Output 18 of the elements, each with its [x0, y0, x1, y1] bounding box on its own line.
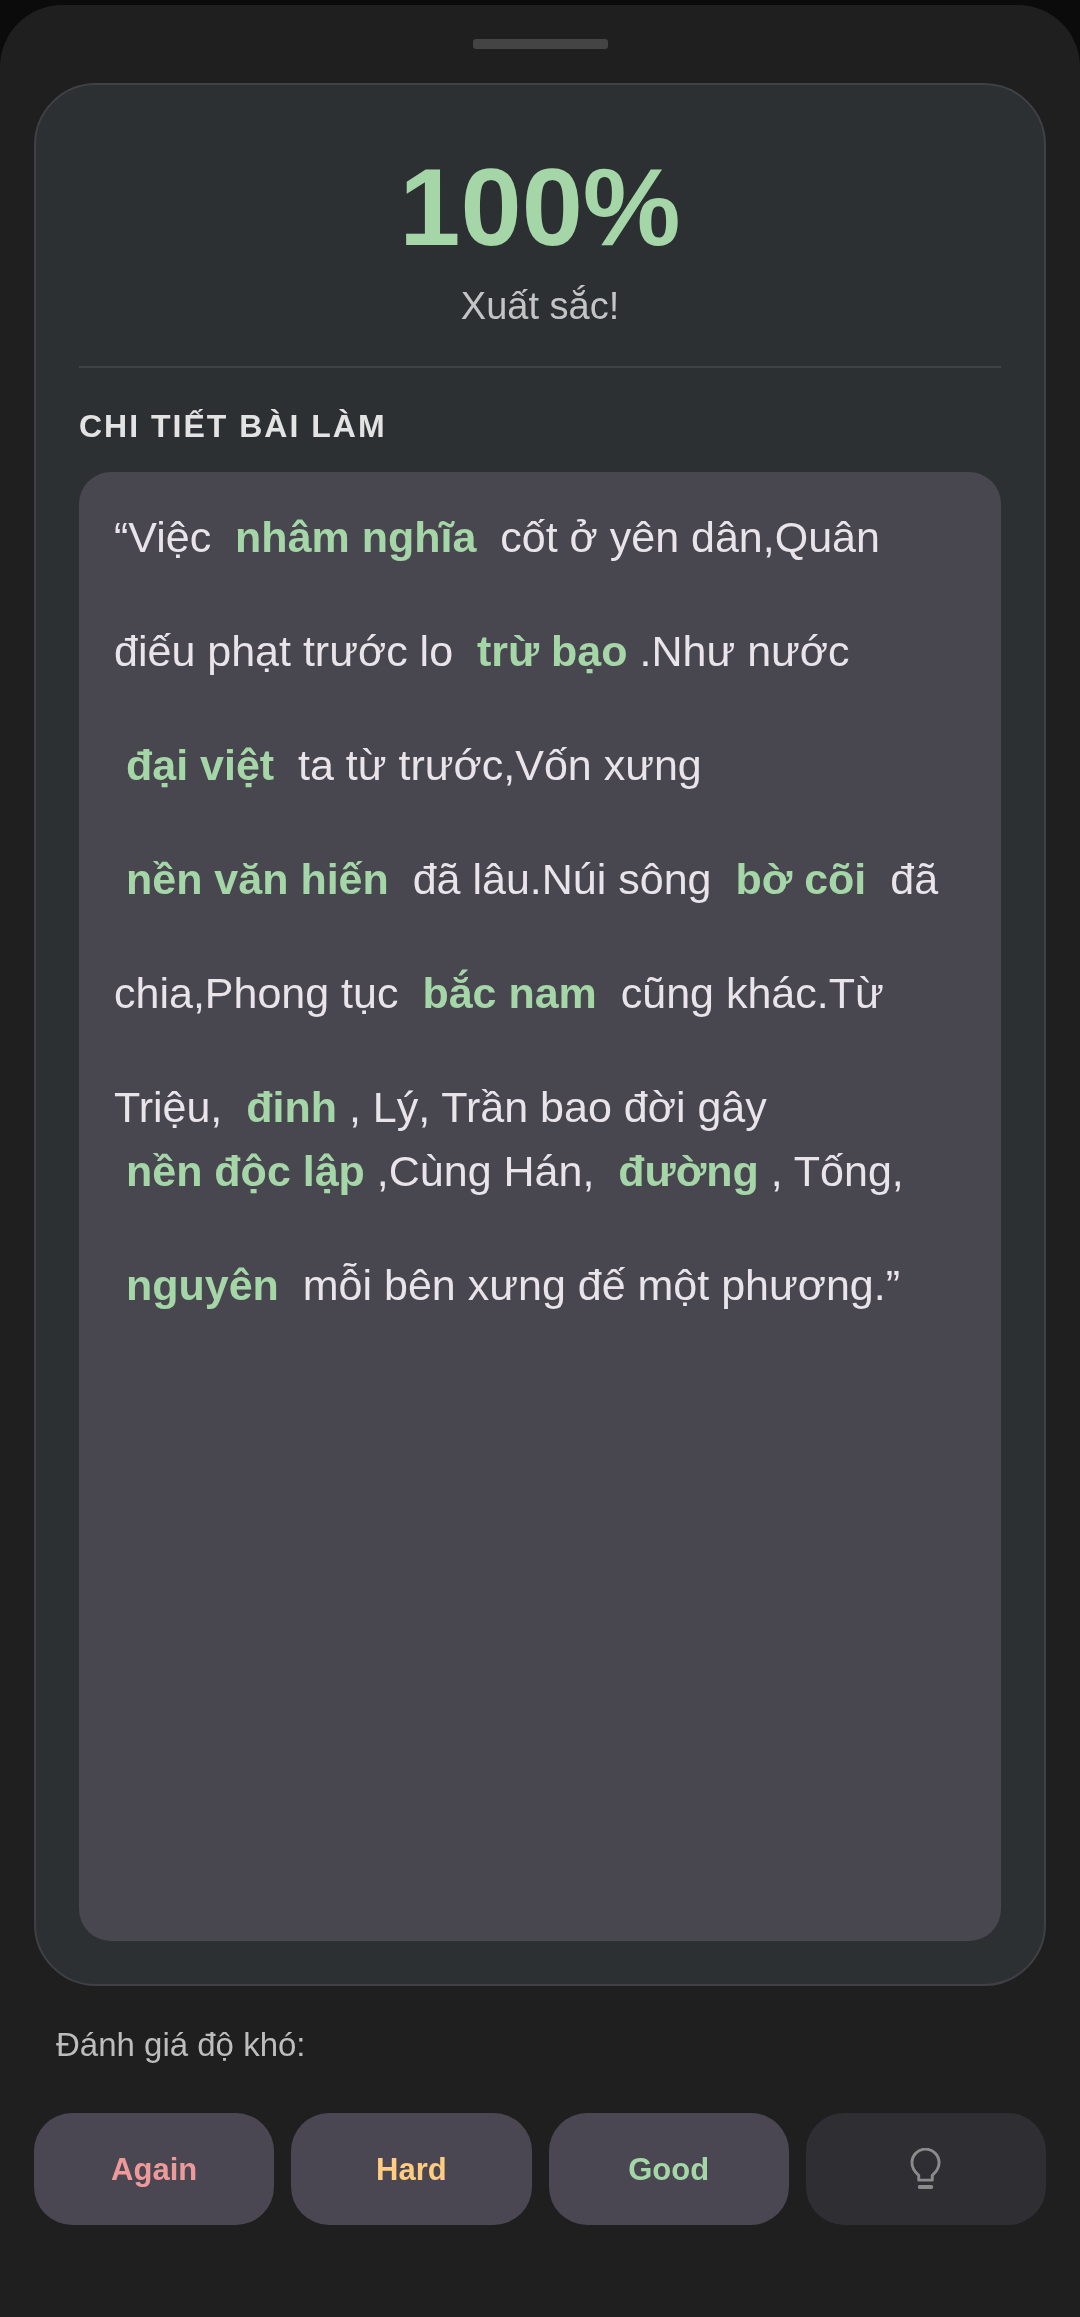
- score-verdict: Xuất sắc!: [459, 284, 621, 329]
- passage-line: nguyên mỗi bên xưng đế một phương.”: [124, 1260, 902, 1311]
- passage-line: Triệu, đinh , Lý, Trần bao đời gây: [114, 1082, 768, 1133]
- passage-line: nền độc lập ,Cùng Hán, đường , Tống,: [124, 1146, 905, 1197]
- hint-button[interactable]: [805, 2113, 1046, 2225]
- section-title: CHI TIẾT BÀI LÀM: [79, 407, 388, 446]
- rating-button[interactable]: Again: [34, 2113, 275, 2225]
- passage-line: “Việc nhâm nghĩa cốt ở yên dân,Quân: [114, 512, 881, 563]
- lightbulb-icon: [910, 2147, 942, 2191]
- passage-line: chia,Phong tục bắc nam cũng khác.Từ: [114, 968, 885, 1019]
- rating-label: Đánh giá độ khó:: [56, 2025, 307, 2065]
- passage-line: nền văn hiến đã lâu.Núi sông bờ cõi đã: [124, 854, 940, 905]
- drag-handle[interactable]: [472, 39, 608, 49]
- passage-line: đại việt ta từ trước,Vốn xưng: [124, 740, 703, 791]
- rating-button[interactable]: Good: [548, 2113, 789, 2225]
- score-percent: 100%: [398, 151, 682, 263]
- passage-line: điếu phạt trước lo trừ bạo .Như nước: [114, 626, 851, 677]
- rating-button[interactable]: Hard: [291, 2113, 532, 2225]
